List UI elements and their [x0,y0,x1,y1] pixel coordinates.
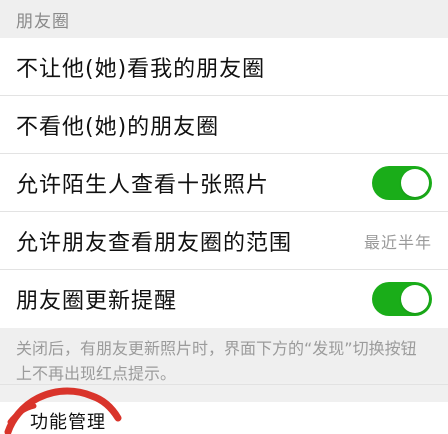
helper-note: 关闭后，有朋友更新照片时，界面下方的“发现”切换按钮上不再出现红点提示。 [0,328,448,388]
section-header: 朋友圈 [0,0,448,38]
moments-update-toggle[interactable] [372,282,432,316]
row-allow-strangers: 允许陌生人查看十张照片 [0,154,448,212]
row-dont-let-view[interactable]: 不让他(她)看我的朋友圈 [0,38,448,96]
allow-strangers-toggle[interactable] [372,165,432,200]
section-title: 朋友圈 [16,11,70,32]
row-allow-friends-range[interactable]: 允许朋友查看朋友圈的范围 最近半年 [0,212,448,270]
moments-settings-panel: 不让他(她)看我的朋友圈 不看他(她)的朋友圈 允许陌生人查看十张照片 允许朋友… [0,38,448,328]
settings-page: 朋友圈 不让他(她)看我的朋友圈 不看他(她)的朋友圈 允许陌生人查看十张照片 … [0,0,448,434]
row-value-allow-friends-range: 最近半年 [363,232,432,252]
row-label-moments-update: 朋友圈更新提醒 [16,289,178,314]
row-dont-view[interactable]: 不看他(她)的朋友圈 [0,96,448,154]
bottom-row[interactable]: 功能管理 [0,402,448,434]
bottom-row-label: 功能管理 [30,412,106,433]
row-moments-update: 朋友圈更新提醒 [0,270,448,328]
bottom-divider [0,384,448,385]
helper-note-text: 关闭后，有朋友更新照片时，界面下方的“发现”切换按钮上不再出现红点提示。 [16,339,417,383]
row-label-dont-let-view: 不让他(她)看我的朋友圈 [16,56,266,82]
row-label-dont-view: 不看他(她)的朋友圈 [16,114,220,140]
row-label-allow-friends-range: 允许朋友查看朋友圈的范围 [16,230,293,256]
row-label-allow-strangers: 允许陌生人查看十张照片 [16,172,270,198]
